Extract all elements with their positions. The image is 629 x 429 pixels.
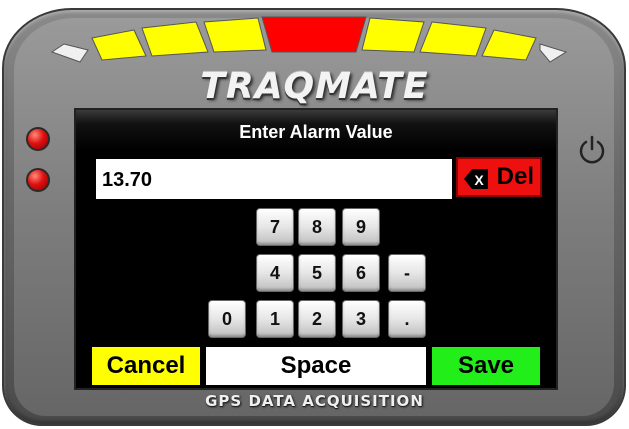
key-7[interactable]: 7 [256, 208, 294, 246]
key-2[interactable]: 2 [298, 300, 336, 338]
shift-light-6 [361, 17, 425, 53]
power-icon[interactable] [576, 134, 608, 166]
delete-label: Del [496, 163, 534, 190]
shift-light-4 [203, 17, 267, 53]
shift-light-1 [50, 43, 89, 63]
shift-light-3 [141, 21, 209, 57]
shift-light-7 [419, 21, 487, 57]
key-8[interactable]: 8 [298, 208, 336, 246]
delete-button[interactable]: X Del [456, 157, 542, 197]
key-6[interactable]: 6 [342, 254, 380, 292]
brand-logo: TRAQMATE [200, 66, 429, 107]
tagline: GPS DATA ACQUISITION [205, 392, 424, 410]
key-5[interactable]: 5 [298, 254, 336, 292]
shift-light-5 [261, 16, 367, 53]
shift-lights [0, 0, 629, 70]
red-led-icon [26, 168, 50, 192]
key-4[interactable]: 4 [256, 254, 294, 292]
display-screen: Enter Alarm Value 13.70 X Del 7 8 9 4 5 … [74, 108, 558, 390]
key-9[interactable]: 9 [342, 208, 380, 246]
value-input[interactable]: 13.70 [96, 159, 452, 199]
page-title: Enter Alarm Value [239, 122, 393, 142]
key-dot[interactable]: . [388, 300, 426, 338]
svg-text:X: X [474, 172, 484, 188]
red-led-icon [26, 127, 50, 151]
shift-light-8 [481, 29, 537, 61]
key-1[interactable]: 1 [256, 300, 294, 338]
shift-light-2 [91, 29, 147, 61]
key-0[interactable]: 0 [208, 300, 246, 338]
cancel-button[interactable]: Cancel [92, 347, 200, 385]
backspace-x-icon: X [464, 169, 488, 189]
shift-light-9 [539, 43, 568, 63]
space-button[interactable]: Space [206, 347, 426, 385]
key-3[interactable]: 3 [342, 300, 380, 338]
save-button[interactable]: Save [432, 347, 540, 385]
key-minus[interactable]: - [388, 254, 426, 292]
